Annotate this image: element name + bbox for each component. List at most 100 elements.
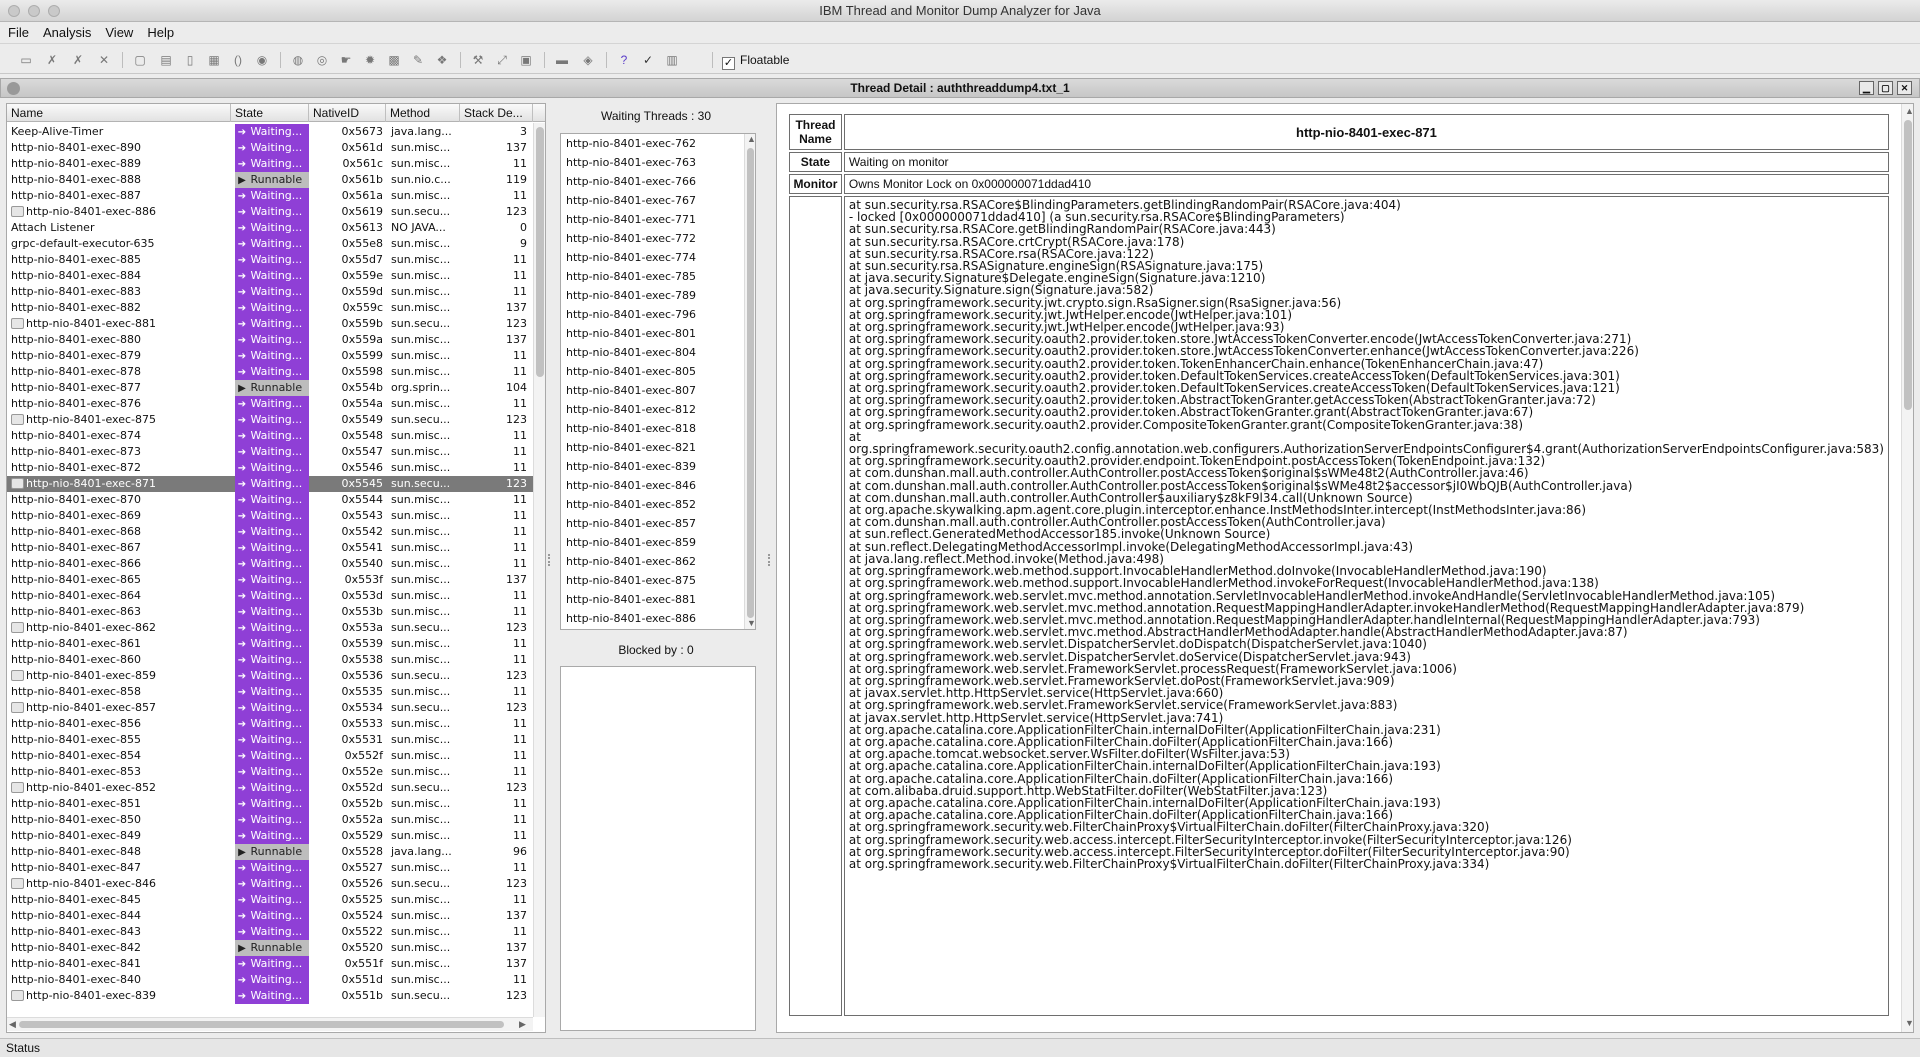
- stack-depth-cell[interactable]: 104: [463, 380, 531, 396]
- native-id-cell[interactable]: 0x552e: [311, 764, 385, 780]
- floatable-checkbox[interactable]: ✓ Floatable: [722, 51, 789, 70]
- stack-depth-cell[interactable]: 123: [463, 476, 531, 492]
- thread-name-cell[interactable]: http-nio-8401-exec-887: [11, 188, 233, 204]
- thread-state-cell[interactable]: ➔ Waiting...: [235, 412, 309, 428]
- cube-icon[interactable]: ◈: [580, 52, 596, 68]
- thread-name-cell[interactable]: http-nio-8401-exec-848: [11, 844, 233, 860]
- frame-maximize-button[interactable]: ▢: [1878, 81, 1893, 95]
- waiting-thread-item[interactable]: http-nio-8401-exec-804: [561, 343, 755, 362]
- scrollbar-thumb[interactable]: [536, 127, 544, 377]
- table-row[interactable]: http-nio-8401-exec-883 ➔ Waiting... 0x559d…: [7, 284, 533, 300]
- thread-state-cell[interactable]: ➔ Waiting...: [235, 876, 309, 892]
- thread-state-cell[interactable]: ➔ Waiting...: [235, 252, 309, 268]
- minus-icon[interactable]: ▬: [554, 52, 570, 68]
- stack-depth-cell[interactable]: 11: [463, 348, 531, 364]
- thread-name-cell[interactable]: Attach Listener: [11, 220, 233, 236]
- gear-icon[interactable]: ✹: [362, 52, 378, 68]
- thread-name-cell[interactable]: http-nio-8401-exec-876: [11, 396, 233, 412]
- thread-state-cell[interactable]: ➔ Waiting...: [235, 348, 309, 364]
- table-row[interactable]: http-nio-8401-exec-874 ➔ Waiting... 0x5548…: [7, 428, 533, 444]
- table-row[interactable]: Attach Listener ➔ Waiting... 0x5613 NO JAVA…: [7, 220, 533, 236]
- splitter-handle[interactable]: [548, 554, 553, 566]
- thread-name-cell[interactable]: http-nio-8401-exec-890: [11, 140, 233, 156]
- stack-depth-cell[interactable]: 11: [463, 684, 531, 700]
- method-cell[interactable]: sun.secu...: [388, 316, 460, 332]
- stack-depth-cell[interactable]: 11: [463, 268, 531, 284]
- thread-table-horizontal-scrollbar[interactable]: ◀ ▶: [7, 1017, 533, 1031]
- thread-state-cell[interactable]: ➔ Waiting...: [235, 284, 309, 300]
- thread-name-cell[interactable]: http-nio-8401-exec-840: [11, 972, 233, 988]
- thread-state-cell[interactable]: ➔ Waiting...: [235, 444, 309, 460]
- thread-name-cell[interactable]: http-nio-8401-exec-844: [11, 908, 233, 924]
- stack-depth-cell[interactable]: 96: [463, 844, 531, 860]
- native-id-cell[interactable]: 0x5529: [311, 828, 385, 844]
- table-row[interactable]: grpc-default-executor-635 ➔ Waiting... 0x5…: [7, 236, 533, 252]
- thread-name-cell[interactable]: http-nio-8401-exec-881: [11, 316, 233, 332]
- scroll-right-arrow-icon[interactable]: ▶: [519, 1019, 526, 1030]
- column-header-method[interactable]: Method: [386, 104, 460, 122]
- frame-gear-icon[interactable]: [7, 82, 20, 95]
- thread-state-cell[interactable]: ▶ Runnable: [235, 172, 309, 188]
- native-id-cell[interactable]: 0x5542: [311, 524, 385, 540]
- thread-state-cell[interactable]: ➔ Waiting...: [235, 796, 309, 812]
- method-cell[interactable]: sun.misc...: [388, 828, 460, 844]
- stack-depth-cell[interactable]: 11: [463, 732, 531, 748]
- thread-name-cell[interactable]: http-nio-8401-exec-879: [11, 348, 233, 364]
- method-cell[interactable]: sun.misc...: [388, 540, 460, 556]
- thread-name-cell[interactable]: http-nio-8401-exec-866: [11, 556, 233, 572]
- thread-name-cell[interactable]: http-nio-8401-exec-874: [11, 428, 233, 444]
- method-cell[interactable]: sun.misc...: [388, 252, 460, 268]
- thread-name-cell[interactable]: http-nio-8401-exec-869: [11, 508, 233, 524]
- thread-state-cell[interactable]: ➔ Waiting...: [235, 492, 309, 508]
- stack-depth-cell[interactable]: 11: [463, 556, 531, 572]
- method-cell[interactable]: sun.misc...: [388, 188, 460, 204]
- close-window-button[interactable]: [8, 5, 20, 17]
- stack-depth-cell[interactable]: 11: [463, 796, 531, 812]
- table-row[interactable]: http-nio-8401-exec-860 ➔ Waiting... 0x5538…: [7, 652, 533, 668]
- table-row[interactable]: Keep-Alive-Timer ➔ Waiting... 0x5673 java.l…: [7, 124, 533, 140]
- method-cell[interactable]: java.lang...: [388, 844, 460, 860]
- table-row[interactable]: http-nio-8401-exec-869 ➔ Waiting... 0x5543…: [7, 508, 533, 524]
- stack-depth-cell[interactable]: 11: [463, 924, 531, 940]
- thread-state-cell[interactable]: ➔ Waiting...: [235, 396, 309, 412]
- table-row[interactable]: http-nio-8401-exec-861 ➔ Waiting... 0x5539…: [7, 636, 533, 652]
- stack-depth-cell[interactable]: 119: [463, 172, 531, 188]
- native-id-cell[interactable]: 0x5534: [311, 700, 385, 716]
- thread-name-cell[interactable]: http-nio-8401-exec-859: [11, 668, 233, 684]
- stack-depth-cell[interactable]: 11: [463, 492, 531, 508]
- table-row[interactable]: http-nio-8401-exec-866 ➔ Waiting... 0x5540…: [7, 556, 533, 572]
- method-cell[interactable]: sun.misc...: [388, 908, 460, 924]
- waiting-thread-item[interactable]: http-nio-8401-exec-789: [561, 286, 755, 305]
- table-row[interactable]: http-nio-8401-exec-867 ➔ Waiting... 0x5541…: [7, 540, 533, 556]
- thread-name-cell[interactable]: http-nio-8401-exec-886: [11, 204, 233, 220]
- waiting-thread-item[interactable]: http-nio-8401-exec-859: [561, 533, 755, 552]
- menu-view[interactable]: View: [97, 22, 139, 44]
- thread-name-cell[interactable]: http-nio-8401-exec-875: [11, 412, 233, 428]
- stack-depth-cell[interactable]: 11: [463, 444, 531, 460]
- thread-name-cell[interactable]: http-nio-8401-exec-861: [11, 636, 233, 652]
- thread-name-cell[interactable]: http-nio-8401-exec-870: [11, 492, 233, 508]
- table-row[interactable]: http-nio-8401-exec-865 ➔ Waiting... 0x553f…: [7, 572, 533, 588]
- table-row[interactable]: http-nio-8401-exec-841 ➔ Waiting... 0x551f…: [7, 956, 533, 972]
- thread-name-cell[interactable]: http-nio-8401-exec-850: [11, 812, 233, 828]
- thread-name-cell[interactable]: http-nio-8401-exec-880: [11, 332, 233, 348]
- stack-depth-cell[interactable]: 11: [463, 716, 531, 732]
- native-id-cell[interactable]: 0x5544: [311, 492, 385, 508]
- thread-state-cell[interactable]: ➔ Waiting...: [235, 204, 309, 220]
- table-row[interactable]: http-nio-8401-exec-848 ▶ Runnable 0x5528 ja…: [7, 844, 533, 860]
- table-row[interactable]: http-nio-8401-exec-889 ➔ Waiting... 0x561c…: [7, 156, 533, 172]
- method-cell[interactable]: sun.misc...: [388, 236, 460, 252]
- native-id-cell[interactable]: 0x554b: [311, 380, 385, 396]
- minimize-window-button[interactable]: [28, 5, 40, 17]
- table-row[interactable]: http-nio-8401-exec-843 ➔ Waiting... 0x5522…: [7, 924, 533, 940]
- memory-icon[interactable]: ▤: [158, 52, 174, 68]
- stack-depth-cell[interactable]: 123: [463, 988, 531, 1004]
- method-cell[interactable]: sun.misc...: [388, 636, 460, 652]
- method-cell[interactable]: sun.misc...: [388, 268, 460, 284]
- thread-name-cell[interactable]: http-nio-8401-exec-847: [11, 860, 233, 876]
- stack-depth-cell[interactable]: 0: [463, 220, 531, 236]
- method-cell[interactable]: sun.misc...: [388, 972, 460, 988]
- stack-depth-cell[interactable]: 137: [463, 300, 531, 316]
- native-id-cell[interactable]: 0x5546: [311, 460, 385, 476]
- method-cell[interactable]: sun.misc...: [388, 156, 460, 172]
